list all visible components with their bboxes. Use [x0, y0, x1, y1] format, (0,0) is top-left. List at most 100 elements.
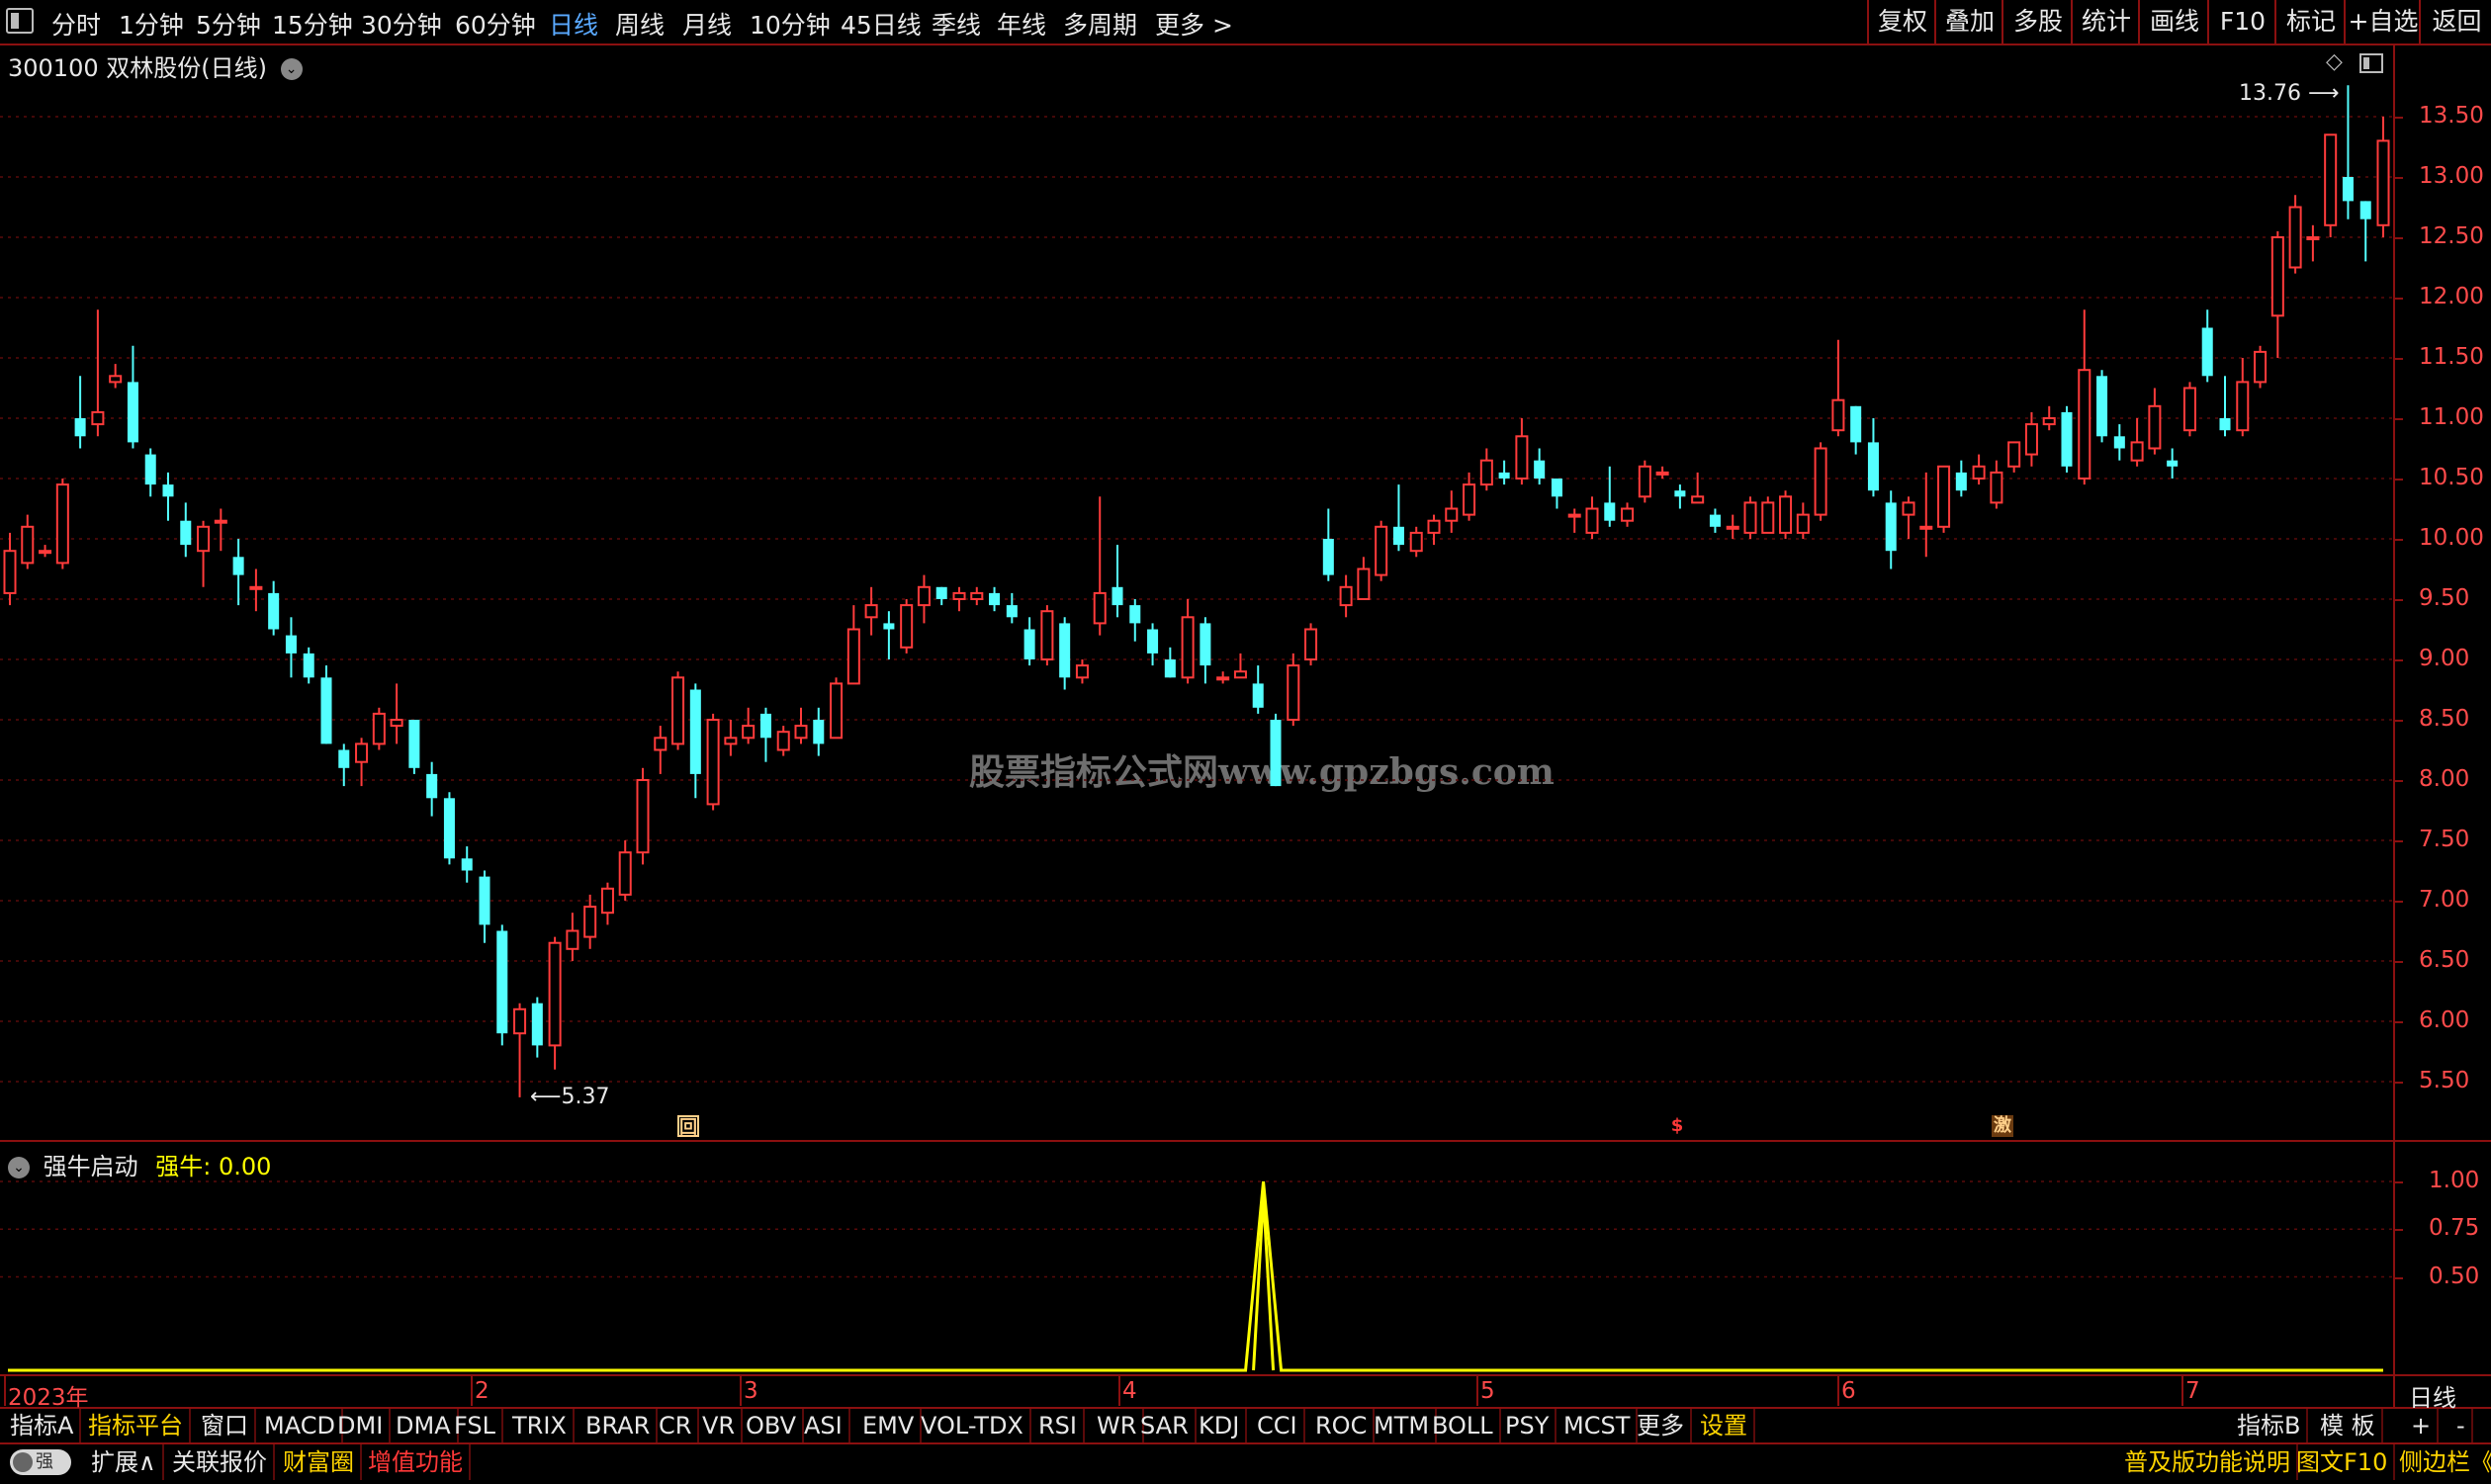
period-tab-11[interactable]: 季线 — [932, 6, 981, 42]
indicator-tab-10[interactable]: VR — [696, 1409, 744, 1442]
candle[interactable] — [232, 539, 244, 606]
candle[interactable] — [671, 671, 685, 750]
candle[interactable] — [1567, 508, 1581, 533]
right-tab-0[interactable]: 指标B — [2231, 1409, 2309, 1442]
candle[interactable] — [21, 514, 35, 569]
sidebar-toggle-icon[interactable] — [6, 8, 34, 34]
candle[interactable] — [2182, 382, 2196, 437]
candle[interactable] — [461, 846, 473, 883]
candle[interactable] — [2201, 309, 2213, 383]
candle[interactable] — [1796, 502, 1810, 539]
candle[interactable] — [1919, 472, 1933, 558]
candle[interactable] — [1604, 466, 1616, 527]
candle[interactable] — [285, 617, 297, 678]
candle[interactable] — [1093, 496, 1107, 636]
candle[interactable] — [706, 713, 720, 811]
candle[interactable] — [724, 720, 738, 756]
candle[interactable] — [338, 743, 350, 787]
candle[interactable] — [3, 532, 17, 606]
candle[interactable] — [1392, 484, 1404, 552]
candle[interactable] — [1112, 545, 1123, 618]
indicator-tab-15[interactable]: RSI — [1032, 1409, 1085, 1442]
candle[interactable] — [443, 792, 455, 865]
candle[interactable] — [1867, 418, 1879, 497]
candle[interactable] — [2042, 405, 2056, 431]
candle[interactable] — [566, 913, 579, 961]
candle[interactable] — [214, 508, 227, 552]
candle[interactable] — [794, 707, 808, 744]
candle[interactable] — [303, 647, 314, 684]
candle[interactable] — [883, 611, 895, 659]
candle[interactable] — [2219, 376, 2231, 437]
indicator-tab-11[interactable]: OBV — [740, 1409, 805, 1442]
candle[interactable] — [759, 707, 771, 762]
candle[interactable] — [1040, 605, 1054, 666]
candle[interactable] — [830, 677, 844, 740]
candle[interactable] — [426, 761, 438, 817]
toolbar-button-2[interactable]: 多股 — [2002, 0, 2073, 44]
candle[interactable] — [776, 726, 790, 756]
candle[interactable] — [2359, 201, 2371, 262]
right-tab-3[interactable]: - — [2450, 1409, 2473, 1442]
period-badge[interactable]: 日线 — [2409, 1378, 2456, 1413]
toolbar-button-4[interactable]: 画线 — [2138, 0, 2209, 44]
candle[interactable] — [2270, 230, 2284, 358]
toolbar-button-5[interactable]: F10 — [2207, 0, 2276, 44]
candle[interactable] — [1585, 496, 1599, 539]
candle[interactable] — [1814, 442, 1827, 521]
candle[interactable] — [1831, 339, 1845, 437]
period-tab-10[interactable]: 45日线 — [841, 6, 922, 42]
candle[interactable] — [600, 882, 614, 925]
candle[interactable] — [583, 894, 597, 949]
period-tab-6[interactable]: 日线 — [549, 6, 598, 42]
candle[interactable] — [1655, 466, 1669, 479]
indicator-tab-23[interactable]: PSY — [1499, 1409, 1557, 1442]
candle[interactable] — [74, 376, 86, 449]
indicator-tab-24[interactable]: MCST — [1557, 1409, 1639, 1442]
candle[interactable] — [144, 448, 156, 497]
candle[interactable] — [1445, 490, 1459, 533]
candle[interactable] — [1761, 496, 1775, 534]
candle[interactable] — [1200, 617, 1211, 684]
toolbar-button-3[interactable]: 统计 — [2071, 0, 2140, 44]
candle[interactable] — [2024, 411, 2038, 467]
marker-hui[interactable]: 回 — [677, 1115, 699, 1138]
indicator-tab-12[interactable]: ASI — [798, 1409, 850, 1442]
candle[interactable] — [1164, 647, 1176, 678]
candle[interactable] — [2096, 370, 2108, 443]
candle[interactable] — [989, 586, 1001, 612]
candle[interactable] — [390, 683, 403, 744]
indicator-tab-22[interactable]: BOLL — [1426, 1409, 1501, 1442]
candle[interactable] — [408, 720, 420, 774]
candle[interactable] — [1638, 460, 1651, 503]
indicator-tab-26[interactable]: 设置 — [1694, 1409, 1755, 1442]
candle[interactable] — [1621, 502, 1635, 527]
candle[interactable] — [2324, 133, 2338, 237]
candle[interactable] — [864, 586, 878, 636]
candle[interactable] — [162, 472, 174, 521]
indicator-tab-4[interactable]: DMI — [331, 1409, 392, 1442]
candle[interactable] — [1181, 599, 1195, 684]
candle[interactable] — [1972, 454, 1986, 485]
candle[interactable] — [180, 502, 192, 558]
candle[interactable] — [2236, 358, 2250, 437]
bottom-link-3[interactable]: 财富圈 — [277, 1444, 362, 1480]
candle[interactable] — [1427, 514, 1441, 546]
candle[interactable] — [1902, 496, 1915, 539]
period-tab-13[interactable]: 多周期 — [1063, 6, 1137, 42]
indicator-tab-2[interactable]: 窗口 — [195, 1409, 256, 1442]
candle[interactable] — [479, 870, 490, 943]
candle[interactable] — [935, 586, 947, 606]
candle[interactable] — [268, 580, 280, 636]
candle[interactable] — [1850, 405, 1862, 455]
candle[interactable] — [1990, 460, 2003, 509]
candle[interactable] — [1409, 526, 1423, 558]
indicator-tab-19[interactable]: CCI — [1251, 1409, 1305, 1442]
candle[interactable] — [1304, 623, 1318, 666]
candle[interactable] — [2148, 388, 2162, 455]
indicator-tab-8[interactable]: BRAR — [579, 1409, 659, 1442]
candle[interactable] — [813, 707, 825, 756]
candle[interactable] — [1375, 520, 1388, 581]
candle[interactable] — [1779, 490, 1793, 539]
indicator-tab-9[interactable]: CR — [653, 1409, 700, 1442]
